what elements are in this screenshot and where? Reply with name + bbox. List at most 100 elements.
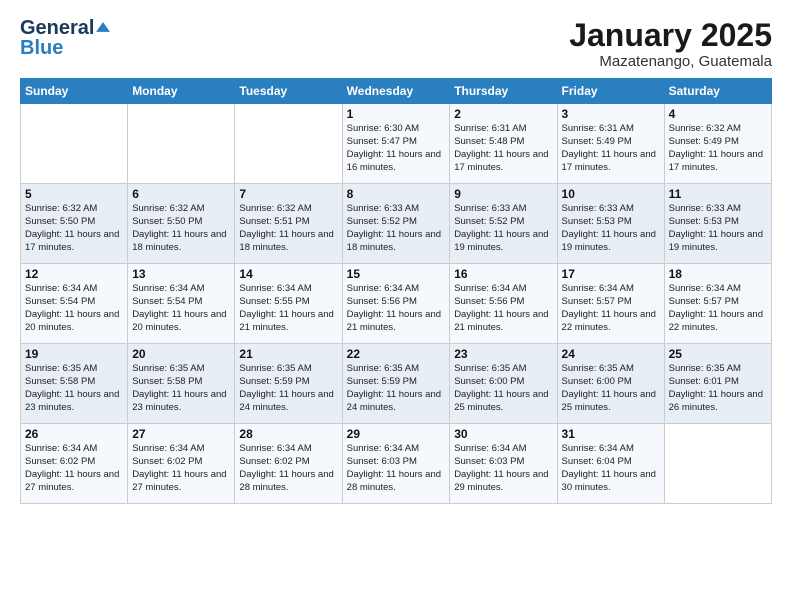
day-number: 28 [239,427,337,441]
page-subtitle: Mazatenango, Guatemala [569,53,772,70]
calendar-week-row: 5 Sunrise: 6:32 AM Sunset: 5:50 PM Daylig… [21,184,772,264]
table-row: 5Sunrise: 6:32 AM Sunset: 5:50 PM Daylig… [21,184,128,264]
day-info: Sunrise: 6:34 AM Sunset: 5:54 PM Dayligh… [132,283,230,334]
logo: General Blue [20,18,110,58]
logo-blue-text: Blue [20,38,63,58]
day-info: Sunrise: 6:34 AM Sunset: 5:55 PM Dayligh… [239,283,337,334]
day-number: 8 [347,187,446,201]
day-number: 18 [669,267,767,281]
table-row: 30Sunrise: 6:34 AM Sunset: 6:03 PM Dayli… [450,424,557,504]
table-row: 6 Sunrise: 6:32 AM Sunset: 5:50 PM Daylig… [128,184,235,264]
day-info: Sunrise: 6:34 AM Sunset: 6:04 PM Dayligh… [562,443,660,494]
day-number: 19 [25,347,123,361]
day-number: 7 [239,187,337,201]
day-info: Sunrise: 6:35 AM Sunset: 5:58 PM Dayligh… [132,363,230,414]
day-number: 6 [132,187,230,201]
day-number: 11 [669,187,767,201]
day-number: 17 [562,267,660,281]
calendar-week-row: 26 Sunrise: 6:34 AM Sunset: 6:02 PM Dayli… [21,424,772,504]
table-row: 21 Sunrise: 6:35 AM Sunset: 5:59 PM Dayli… [235,344,342,424]
day-info: Sunrise: 6:31 AM Sunset: 5:48 PM Dayligh… [454,123,552,174]
table-row: 13 Sunrise: 6:34 AM Sunset: 5:54 PM Dayli… [128,264,235,344]
table-row [128,104,235,184]
col-tuesday: Tuesday [235,79,342,104]
day-number: 4 [669,107,767,121]
day-info: Sunrise: 6:34 AM Sunset: 5:54 PM Dayligh… [25,283,123,334]
table-row: 17Sunrise: 6:34 AM Sunset: 5:57 PM Dayli… [557,264,664,344]
day-info: Sunrise: 6:34 AM Sunset: 5:56 PM Dayligh… [454,283,552,334]
day-info: Sunrise: 6:33 AM Sunset: 5:52 PM Dayligh… [347,203,446,254]
day-number: 5 [25,187,123,201]
day-info: Sunrise: 6:34 AM Sunset: 5:57 PM Dayligh… [669,283,767,334]
day-info: Sunrise: 6:33 AM Sunset: 5:52 PM Dayligh… [454,203,552,254]
table-row: 18 Sunrise: 6:34 AM Sunset: 5:57 PM Dayli… [664,264,771,344]
calendar-week-row: 12Sunrise: 6:34 AM Sunset: 5:54 PM Dayli… [21,264,772,344]
day-number: 23 [454,347,552,361]
logo-icon [96,20,110,34]
day-number: 27 [132,427,230,441]
day-info: Sunrise: 6:34 AM Sunset: 6:03 PM Dayligh… [347,443,446,494]
table-row: 12Sunrise: 6:34 AM Sunset: 5:54 PM Dayli… [21,264,128,344]
day-number: 9 [454,187,552,201]
day-number: 20 [132,347,230,361]
table-row: 14 Sunrise: 6:34 AM Sunset: 5:55 PM Dayli… [235,264,342,344]
day-info: Sunrise: 6:31 AM Sunset: 5:49 PM Dayligh… [562,123,660,174]
table-row: 25Sunrise: 6:35 AM Sunset: 6:01 PM Dayli… [664,344,771,424]
table-row: 1 Sunrise: 6:30 AM Sunset: 5:47 PM Daylig… [342,104,450,184]
day-info: Sunrise: 6:35 AM Sunset: 5:59 PM Dayligh… [347,363,446,414]
day-info: Sunrise: 6:35 AM Sunset: 5:58 PM Dayligh… [25,363,123,414]
table-row: 15Sunrise: 6:34 AM Sunset: 5:56 PM Dayli… [342,264,450,344]
day-number: 29 [347,427,446,441]
logo-general: General [20,18,94,38]
day-info: Sunrise: 6:32 AM Sunset: 5:50 PM Dayligh… [132,203,230,254]
table-row: 26 Sunrise: 6:34 AM Sunset: 6:02 PM Dayli… [21,424,128,504]
table-row: 28 Sunrise: 6:34 AM Sunset: 6:02 PM Dayli… [235,424,342,504]
day-info: Sunrise: 6:35 AM Sunset: 6:00 PM Dayligh… [454,363,552,414]
day-info: Sunrise: 6:34 AM Sunset: 6:02 PM Dayligh… [25,443,123,494]
table-row: 31 Sunrise: 6:34 AM Sunset: 6:04 PM Dayli… [557,424,664,504]
day-number: 2 [454,107,552,121]
table-row: 4 Sunrise: 6:32 AM Sunset: 5:49 PM Daylig… [664,104,771,184]
day-number: 14 [239,267,337,281]
day-number: 13 [132,267,230,281]
table-row [235,104,342,184]
table-row: 3 Sunrise: 6:31 AM Sunset: 5:49 PM Daylig… [557,104,664,184]
col-thursday: Thursday [450,79,557,104]
day-number: 26 [25,427,123,441]
table-row: 9 Sunrise: 6:33 AM Sunset: 5:52 PM Daylig… [450,184,557,264]
day-number: 31 [562,427,660,441]
col-wednesday: Wednesday [342,79,450,104]
table-row: 24Sunrise: 6:35 AM Sunset: 6:00 PM Dayli… [557,344,664,424]
day-number: 24 [562,347,660,361]
day-info: Sunrise: 6:35 AM Sunset: 5:59 PM Dayligh… [239,363,337,414]
day-number: 21 [239,347,337,361]
table-row: 22Sunrise: 6:35 AM Sunset: 5:59 PM Dayli… [342,344,450,424]
table-row [21,104,128,184]
day-number: 25 [669,347,767,361]
day-number: 30 [454,427,552,441]
table-row: 8 Sunrise: 6:33 AM Sunset: 5:52 PM Daylig… [342,184,450,264]
table-row: 11Sunrise: 6:33 AM Sunset: 5:53 PM Dayli… [664,184,771,264]
day-number: 10 [562,187,660,201]
table-row: 7Sunrise: 6:32 AM Sunset: 5:51 PM Daylig… [235,184,342,264]
day-number: 3 [562,107,660,121]
page-title: January 2025 [569,18,772,53]
calendar-week-row: 1 Sunrise: 6:30 AM Sunset: 5:47 PM Daylig… [21,104,772,184]
day-info: Sunrise: 6:32 AM Sunset: 5:49 PM Dayligh… [669,123,767,174]
title-block: January 2025 Mazatenango, Guatemala [569,18,772,70]
day-number: 1 [347,107,446,121]
table-row [664,424,771,504]
table-row: 10Sunrise: 6:33 AM Sunset: 5:53 PM Dayli… [557,184,664,264]
calendar-week-row: 19 Sunrise: 6:35 AM Sunset: 5:58 PM Dayli… [21,344,772,424]
calendar-table: Sunday Monday Tuesday Wednesday Thursday… [20,78,772,504]
col-monday: Monday [128,79,235,104]
col-sunday: Sunday [21,79,128,104]
day-info: Sunrise: 6:34 AM Sunset: 6:02 PM Dayligh… [239,443,337,494]
day-info: Sunrise: 6:34 AM Sunset: 6:02 PM Dayligh… [132,443,230,494]
day-info: Sunrise: 6:30 AM Sunset: 5:47 PM Dayligh… [347,123,446,174]
calendar-header-row: Sunday Monday Tuesday Wednesday Thursday… [21,79,772,104]
table-row: 29 Sunrise: 6:34 AM Sunset: 6:03 PM Dayli… [342,424,450,504]
table-row: 23 Sunrise: 6:35 AM Sunset: 6:00 PM Dayli… [450,344,557,424]
table-row: 19 Sunrise: 6:35 AM Sunset: 5:58 PM Dayli… [21,344,128,424]
day-info: Sunrise: 6:34 AM Sunset: 5:56 PM Dayligh… [347,283,446,334]
